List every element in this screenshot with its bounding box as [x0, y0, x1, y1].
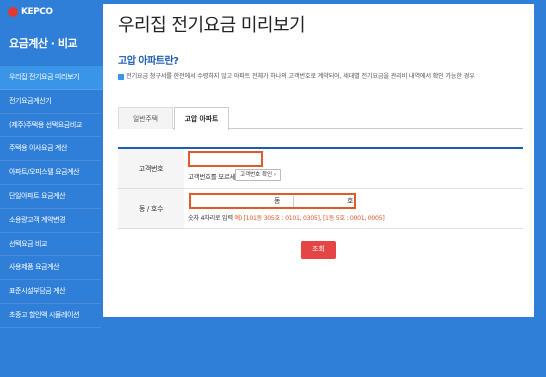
sidebar-item-option-compare[interactable]: 선택요금 비교 — [0, 233, 101, 257]
kepco-logo[interactable]: KEPCO — [8, 6, 53, 18]
tab-high-voltage-apartment[interactable]: 고압 아파트 — [174, 107, 229, 130]
search-button[interactable]: 조회 — [301, 241, 336, 259]
sidebar-item-home-preview[interactable]: 우리집 전기요금 미리보기 — [0, 66, 112, 90]
sidebar-item-jeju-compare[interactable]: (제주)주택용 선택요금비교 — [0, 114, 101, 138]
sidebar-item-moving-fee[interactable]: 주택용 이사요금 계산 — [0, 137, 101, 162]
sidebar-item-appliance-fee[interactable]: 사용제품 요금계산 — [0, 256, 101, 281]
address-label: 동 / 호수 — [118, 189, 184, 228]
kepco-logo-icon — [8, 7, 18, 17]
page-title: 우리집 전기요금 미리보기 — [118, 15, 306, 36]
sidebar-item-calculator[interactable]: 전기요금계산기 — [0, 90, 101, 114]
description-text: 전기요금 청구서를 한전에서 수령하지 않고 아파트 전체가 하나의 고객번호로… — [126, 73, 475, 80]
dong-unit-label: 동 — [274, 197, 281, 205]
sidebar-item-school-discount[interactable]: 초중고 할인액 시뮬레이션 — [0, 304, 101, 328]
address-input-group[interactable]: 동 호 — [189, 193, 356, 209]
address-hint-example: 예) [101동 305호 : 0101, 0305], [1동 5호 : 00… — [234, 215, 385, 222]
address-hint: 숫자 4자리로 입력 예) [101동 305호 : 0101, 0305], … — [188, 213, 385, 222]
address-cell: 동 호 숫자 4자리로 입력 예) [101동 305호 : 0101, 030… — [184, 189, 523, 228]
customer-number-input[interactable] — [188, 151, 263, 167]
lookup-form: 고객번호 고객번호를 모르세요? 고객번호 확인 › 동 / 호수 동 호 숫자… — [118, 147, 523, 229]
customer-number-row: 고객번호 고객번호를 모르세요? 고객번호 확인 › — [118, 149, 523, 189]
sidebar-item-single-apartment[interactable]: 단일아파트 요금계산 — [0, 185, 101, 209]
address-separator — [293, 196, 294, 207]
sidebar: KEPCO 요금계산 · 비교 우리집 전기요금 미리보기 전기요금계산기 (제… — [0, 0, 112, 377]
customer-number-check-button[interactable]: 고객번호 확인 › — [235, 169, 282, 181]
customer-number-label: 고객번호 — [118, 149, 184, 188]
tab-bar: 일반주택 고압 아파트 — [118, 107, 523, 130]
ho-unit-label: 호 — [347, 197, 354, 205]
logo-text: KEPCO — [21, 7, 53, 17]
sidebar-menu: 우리집 전기요금 미리보기 전기요금계산기 (제주)주택용 선택요금비교 주택용… — [0, 66, 112, 328]
sidebar-title: 요금계산 · 비교 — [9, 37, 78, 50]
address-row: 동 / 호수 동 호 숫자 4자리로 입력 예) [101동 305호 : 01… — [118, 189, 523, 229]
content-panel: 우리집 전기요금 미리보기 고압 아파트란? 전기요금 청구서를 한전에서 수령… — [103, 4, 534, 317]
sidebar-item-apartment-officetel[interactable]: 아파트/오피스텔 요금계산 — [0, 161, 101, 185]
info-bullet-icon — [118, 74, 124, 80]
sidebar-item-contract-change[interactable]: 소용량고객 계약변경 — [0, 209, 101, 233]
section-title: 고압 아파트란? — [118, 56, 179, 67]
tab-general-house[interactable]: 일반주택 — [118, 107, 173, 129]
sidebar-item-facility-charge[interactable]: 표준시설부담금 계산 — [0, 280, 101, 304]
customer-number-cell: 고객번호를 모르세요? 고객번호 확인 › — [184, 149, 523, 188]
address-hint-prefix: 숫자 4자리로 입력 — [188, 215, 233, 222]
